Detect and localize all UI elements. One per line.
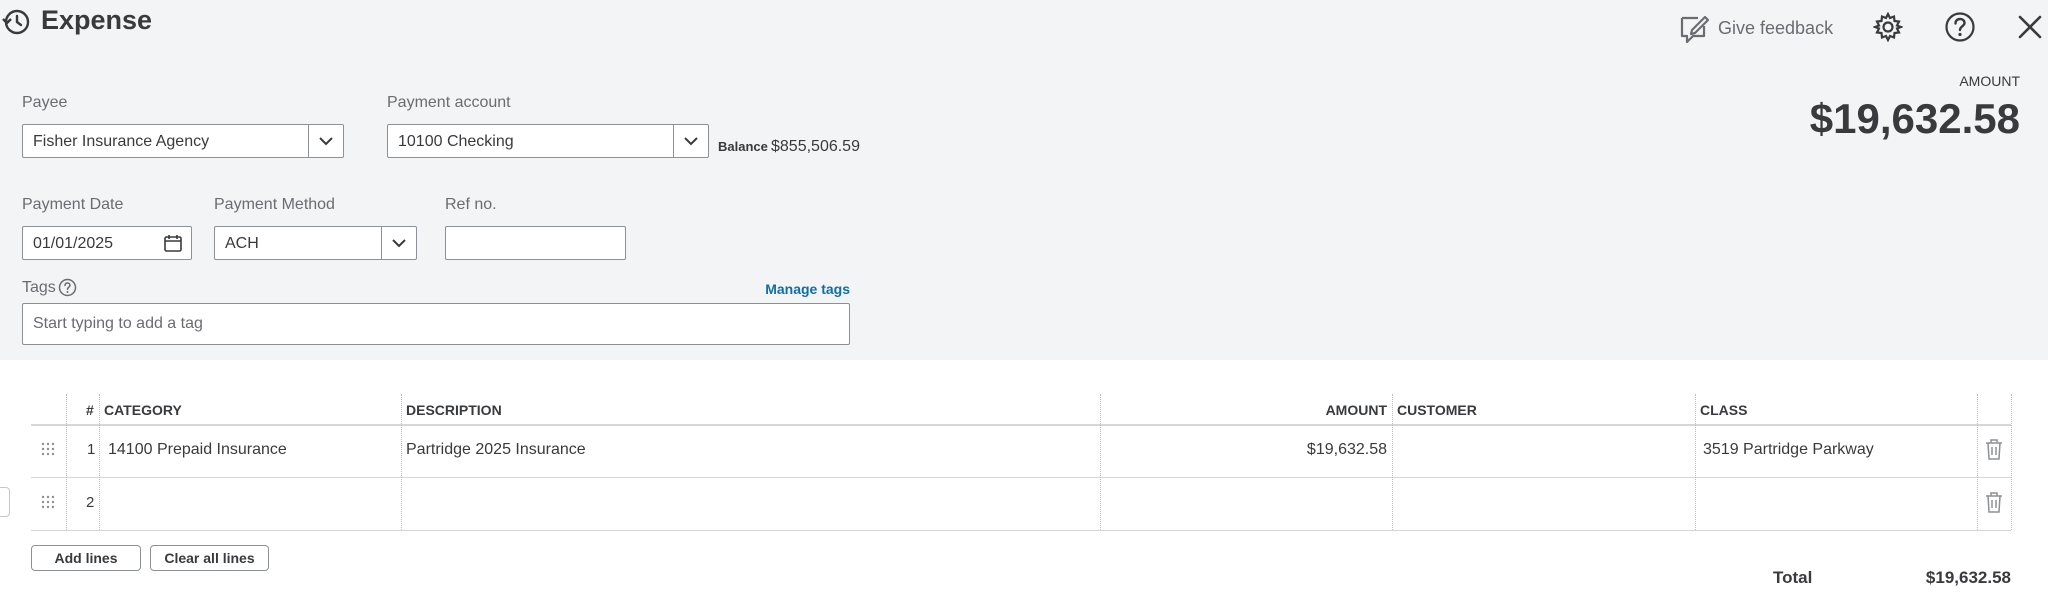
page-title: Expense <box>41 5 153 35</box>
history-icon[interactable] <box>0 6 32 38</box>
drag-handle-icon[interactable] <box>41 442 55 461</box>
chevron-down-icon[interactable] <box>673 125 708 157</box>
give-feedback-button[interactable]: Give feedback <box>1678 11 1840 45</box>
manage-tags-link[interactable]: Manage tags <box>765 281 850 297</box>
clear-all-lines-button[interactable]: Clear all lines <box>150 545 269 571</box>
amount-cell[interactable]: $19,632.58 <box>1307 441 1387 459</box>
total-value: $19,632.58 <box>1925 568 2011 587</box>
tags-label: Tags <box>22 279 56 296</box>
payment-account-label: Payment account <box>387 94 511 111</box>
column-header-description: DESCRIPTION <box>406 402 502 418</box>
tags-input[interactable]: Start typing to add a tag <box>22 303 850 345</box>
chevron-down-icon[interactable] <box>308 125 343 157</box>
table-header-rule <box>31 424 2011 426</box>
drag-handle-icon[interactable] <box>41 495 55 514</box>
trash-icon[interactable] <box>1985 438 2003 465</box>
column-divider <box>401 394 402 530</box>
amount-total-display: $19,632.58 <box>1809 95 2020 142</box>
column-divider <box>1392 394 1393 530</box>
column-header-category: CATEGORY <box>104 402 182 418</box>
description-cell[interactable]: Partridge 2025 Insurance <box>406 441 586 459</box>
side-panel-toggle[interactable] <box>0 487 10 517</box>
payee-label: Payee <box>22 94 68 111</box>
help-icon[interactable] <box>1944 11 1976 43</box>
category-cell[interactable]: 14100 Prepaid Insurance <box>108 441 287 459</box>
row-number: 1 <box>87 441 96 458</box>
payment-method-select[interactable]: ACH <box>214 226 417 260</box>
row-number: 2 <box>86 494 95 511</box>
row-divider <box>31 530 2011 531</box>
column-header-customer: CUSTOMER <box>1397 402 1477 418</box>
row-divider <box>31 477 2011 478</box>
column-header-num: # <box>86 402 94 418</box>
tags-help-icon[interactable] <box>58 278 77 302</box>
ref-no-input[interactable] <box>445 226 626 260</box>
payment-account-value: 10100 Checking <box>398 133 514 150</box>
feedback-label: Give feedback <box>1718 17 1834 38</box>
payee-select[interactable]: Fisher Insurance Agency <box>22 124 344 158</box>
column-header-class: CLASS <box>1700 402 1748 418</box>
class-cell[interactable]: 3519 Partridge Parkway <box>1703 441 1874 459</box>
column-divider <box>66 394 67 530</box>
tags-placeholder: Start typing to add a tag <box>33 315 203 332</box>
ref-no-label: Ref no. <box>445 196 497 213</box>
payment-method-value: ACH <box>225 235 259 252</box>
payment-method-label: Payment Method <box>214 196 335 213</box>
payment-date-value: 01/01/2025 <box>33 235 114 252</box>
column-header-amount: AMOUNT <box>1325 402 1387 418</box>
add-lines-button[interactable]: Add lines <box>31 545 141 571</box>
balance-label: Balance <box>718 139 768 154</box>
trash-icon[interactable] <box>1985 491 2003 518</box>
total-label: Total <box>1773 568 1813 587</box>
calendar-icon[interactable] <box>163 233 183 258</box>
payee-value: Fisher Insurance Agency <box>33 133 210 150</box>
column-divider <box>2011 394 2012 530</box>
payment-account-select[interactable]: 10100 Checking <box>387 124 709 158</box>
payment-date-label: Payment Date <box>22 196 124 213</box>
close-icon[interactable] <box>2014 11 2046 43</box>
balance-value: $855,506.59 <box>771 138 860 155</box>
amount-label: AMOUNT <box>1959 73 2020 89</box>
column-divider <box>1695 394 1696 530</box>
payment-date-input[interactable]: 01/01/2025 <box>22 226 192 260</box>
feedback-icon <box>1678 12 1710 44</box>
column-divider <box>1100 394 1101 530</box>
column-divider <box>1977 394 1978 530</box>
settings-gear-icon[interactable] <box>1872 11 1904 43</box>
chevron-down-icon[interactable] <box>381 227 416 259</box>
column-divider <box>99 394 100 530</box>
